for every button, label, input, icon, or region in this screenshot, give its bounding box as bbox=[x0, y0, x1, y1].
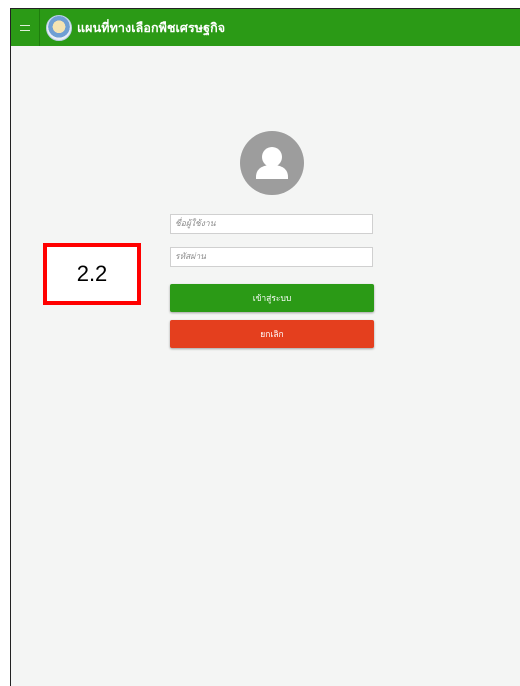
appbar-divider bbox=[39, 9, 40, 46]
app-window: แผนที่ทางเลือกพืชเศรษฐกิจ เข้าสู่ระบบ ยก… bbox=[10, 8, 520, 686]
app-title: แผนที่ทางเลือกพืชเศรษฐกิจ bbox=[77, 19, 226, 35]
hamburger-menu-button[interactable] bbox=[11, 9, 39, 46]
password-input[interactable] bbox=[170, 247, 373, 267]
user-avatar-icon bbox=[240, 131, 304, 195]
login-button[interactable]: เข้าสู่ระบบ bbox=[170, 284, 374, 312]
cancel-button[interactable]: ยกเลิก bbox=[170, 320, 374, 348]
logo-icon bbox=[46, 14, 72, 41]
annotation-label: 2.2 bbox=[43, 243, 141, 305]
hamburger-icon bbox=[20, 24, 30, 31]
app-bar: แผนที่ทางเลือกพืชเศรษฐกิจ bbox=[11, 9, 520, 46]
username-input[interactable] bbox=[170, 214, 373, 234]
